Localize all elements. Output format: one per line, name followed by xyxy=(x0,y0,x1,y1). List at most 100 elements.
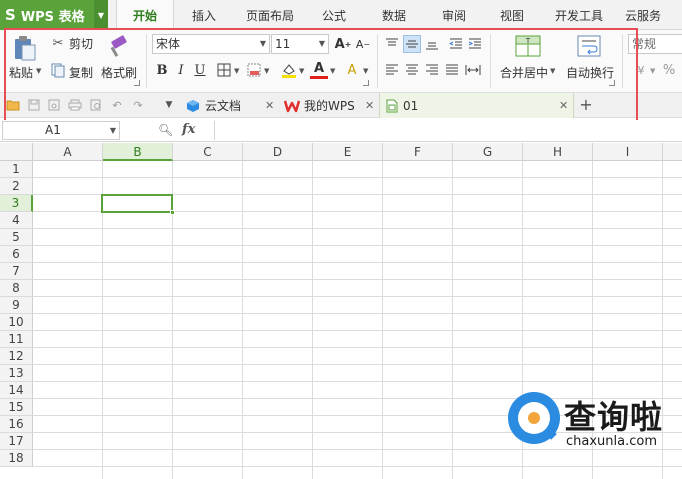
alignment-expand-icon[interactable] xyxy=(609,80,615,86)
app-menu-dropdown-icon[interactable]: ▼ xyxy=(94,0,108,30)
row-header[interactable]: 18 xyxy=(0,450,33,467)
tab-formulas[interactable]: 公式 xyxy=(312,0,356,30)
increase-font-size-icon[interactable]: A + xyxy=(334,35,352,53)
underline-icon[interactable]: U xyxy=(191,61,209,79)
close-icon[interactable]: ✕ xyxy=(265,99,274,112)
wrap-text-button[interactable]: 自动换行 xyxy=(566,64,614,81)
number-format-select[interactable]: 常规 xyxy=(628,34,682,54)
row-header[interactable]: 14 xyxy=(0,382,33,399)
row-header[interactable]: 7 xyxy=(0,263,33,280)
doc-tab-my-wps[interactable]: 我的WPS ✕ xyxy=(281,93,377,118)
tab-developer[interactable]: 开发工具 xyxy=(548,0,610,30)
font-expand-icon[interactable] xyxy=(363,80,369,86)
italic-icon[interactable]: I xyxy=(172,61,190,79)
column-header-b[interactable]: B xyxy=(103,143,173,161)
column-header-i[interactable]: I xyxy=(593,143,663,161)
app-menu-button[interactable]: S WPS 表格 xyxy=(0,0,94,30)
align-center-icon[interactable] xyxy=(403,61,421,79)
tab-page-layout[interactable]: 页面布局 xyxy=(238,0,302,30)
font-color-dropdown-icon[interactable]: ▼ xyxy=(330,67,335,75)
row-header[interactable]: 2 xyxy=(0,178,33,195)
row-header[interactable]: 9 xyxy=(0,297,33,314)
paste-dropdown-icon[interactable]: ▼ xyxy=(36,67,41,75)
row-header[interactable]: 15 xyxy=(0,399,33,416)
merge-center-button[interactable]: 合并居中 xyxy=(500,64,548,81)
cell-style-dropdown-icon[interactable]: ▼ xyxy=(264,67,269,75)
column-header-e[interactable]: E xyxy=(313,143,383,161)
distributed-align-icon[interactable] xyxy=(464,61,482,79)
wrap-text-icon[interactable] xyxy=(576,34,602,58)
font-size-select[interactable]: 11 ▼ xyxy=(271,34,329,54)
currency-dropdown-icon[interactable]: ▼ xyxy=(650,67,655,75)
row-header[interactable]: 17 xyxy=(0,433,33,450)
column-header-c[interactable]: C xyxy=(173,143,243,161)
column-header-g[interactable]: G xyxy=(453,143,523,161)
row-header[interactable]: 8 xyxy=(0,280,33,297)
borders-icon[interactable] xyxy=(215,61,233,79)
row-header[interactable]: 10 xyxy=(0,314,33,331)
insert-function-icon[interactable]: fx xyxy=(182,122,195,137)
open-folder-icon[interactable] xyxy=(6,98,20,112)
tab-insert[interactable]: 插入 xyxy=(182,0,226,30)
format-painter-icon[interactable] xyxy=(106,34,130,60)
row-header[interactable]: 3 xyxy=(0,195,33,212)
align-middle-icon[interactable] xyxy=(403,35,421,53)
percent-format-icon[interactable]: % xyxy=(660,61,678,79)
save-icon[interactable] xyxy=(27,98,41,112)
tab-data[interactable]: 数据 xyxy=(372,0,416,30)
undo-icon[interactable]: ↶ xyxy=(110,98,124,112)
customize-toolbar-icon[interactable]: ▼ xyxy=(162,98,176,112)
justify-icon[interactable] xyxy=(443,61,461,79)
cell-style-icon[interactable] xyxy=(245,61,263,79)
column-header-f[interactable]: F xyxy=(383,143,453,161)
formula-input[interactable] xyxy=(214,121,680,140)
align-bottom-icon[interactable] xyxy=(423,35,441,53)
row-header[interactable]: 5 xyxy=(0,229,33,246)
close-icon[interactable]: ✕ xyxy=(559,99,568,112)
font-name-select[interactable]: 宋体 ▼ xyxy=(152,34,270,54)
print-preview-icon[interactable] xyxy=(89,98,103,112)
format-painter-button[interactable]: 格式刷 xyxy=(101,64,137,81)
fill-color-icon[interactable] xyxy=(280,61,298,79)
row-header[interactable]: 16 xyxy=(0,416,33,433)
zoom-formula-icon[interactable]: 🔍︎ xyxy=(158,123,173,137)
bold-icon[interactable]: B xyxy=(153,61,171,79)
align-left-icon[interactable] xyxy=(383,61,401,79)
fill-color-dropdown-icon[interactable]: ▼ xyxy=(299,67,304,75)
currency-format-icon[interactable]: ¥ xyxy=(632,61,650,79)
borders-dropdown-icon[interactable]: ▼ xyxy=(234,67,239,75)
close-icon[interactable]: ✕ xyxy=(365,99,374,112)
tab-home[interactable]: 开始 xyxy=(116,0,174,31)
doc-tab-workbook-01[interactable]: 01 ✕ xyxy=(379,93,574,118)
active-cell-b3[interactable] xyxy=(101,194,175,215)
increase-indent-icon[interactable] xyxy=(466,35,484,53)
clear-format-icon[interactable]: A xyxy=(343,61,361,79)
decrease-indent-icon[interactable] xyxy=(447,35,465,53)
clear-format-dropdown-icon[interactable]: ▼ xyxy=(363,67,368,75)
column-header-a[interactable]: A xyxy=(33,143,103,161)
column-header-d[interactable]: D xyxy=(243,143,313,161)
clipboard-expand-icon[interactable] xyxy=(134,80,140,86)
select-all-corner[interactable] xyxy=(0,143,33,161)
copy-icon[interactable] xyxy=(50,62,66,78)
row-header[interactable]: 4 xyxy=(0,212,33,229)
column-header-j[interactable] xyxy=(663,143,682,161)
row-header[interactable]: 13 xyxy=(0,365,33,382)
new-tab-plus-icon[interactable]: + xyxy=(579,95,593,114)
align-right-icon[interactable] xyxy=(423,61,441,79)
row-header[interactable]: 11 xyxy=(0,331,33,348)
paste-icon[interactable] xyxy=(12,34,38,62)
merge-center-dropdown-icon[interactable]: ▼ xyxy=(550,67,555,75)
column-header-h[interactable]: H xyxy=(523,143,593,161)
fill-handle[interactable] xyxy=(170,210,175,215)
copy-button[interactable]: 复制 xyxy=(69,64,93,81)
redo-icon[interactable]: ↷ xyxy=(131,98,145,112)
name-box[interactable]: A1 ▼ xyxy=(2,121,120,140)
row-header[interactable]: 12 xyxy=(0,348,33,365)
row-header[interactable]: 6 xyxy=(0,246,33,263)
paste-button[interactable]: 粘贴 xyxy=(9,64,33,81)
save-as-icon[interactable] xyxy=(47,98,61,112)
align-top-icon[interactable] xyxy=(383,35,401,53)
merge-center-icon[interactable]: T xyxy=(514,34,542,58)
tab-view[interactable]: 视图 xyxy=(490,0,534,30)
